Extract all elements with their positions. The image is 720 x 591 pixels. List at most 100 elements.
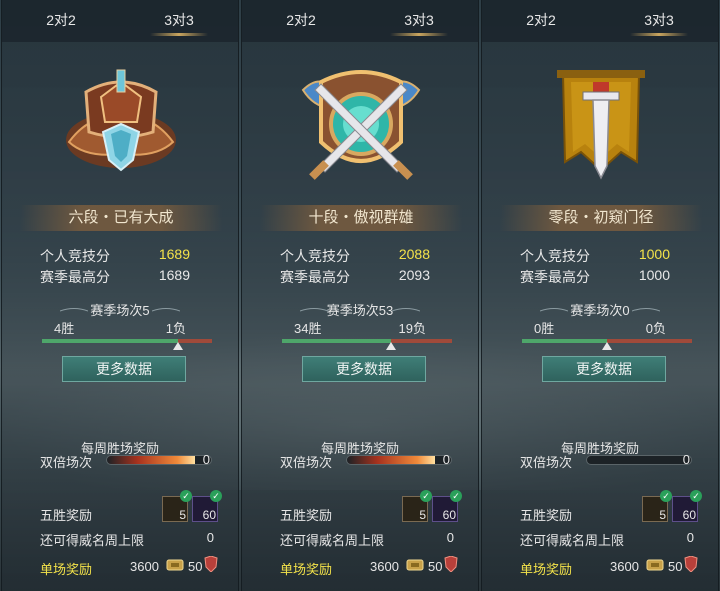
honor-shield-icon <box>204 556 218 572</box>
rank-title: 十段・傲视群雄 <box>260 205 462 231</box>
double-bar-glow <box>347 456 436 464</box>
season-best-row: 赛季最高分 1689 <box>40 267 190 285</box>
personal-score-row: 个人竞技分 1000 <box>520 246 670 264</box>
single-honor-value: 50 <box>188 559 203 574</box>
personal-score-row: 个人竞技分 1689 <box>40 246 190 264</box>
weekly-cap-value: 0 <box>686 530 694 545</box>
win-bar-fill <box>42 339 178 343</box>
losses-count: 0负 <box>645 321 666 336</box>
more-data-button[interactable]: 更多数据 <box>542 356 666 382</box>
reward-scroll-icon[interactable]: 60 ✓ <box>192 490 222 522</box>
wins-count: 0胜 <box>534 321 555 336</box>
bronze-winged-helmet-icon <box>66 69 176 172</box>
check-icon: ✓ <box>420 490 432 502</box>
season-best-value: 2093 <box>398 267 430 283</box>
banner-sword-icon <box>557 70 645 180</box>
ornament-right-icon <box>392 308 420 312</box>
personal-score-value: 2088 <box>398 246 430 262</box>
double-matches-count: 0 <box>682 452 690 467</box>
season-best-label: 赛季最高分 <box>280 269 350 285</box>
win-bar-fill <box>282 339 391 343</box>
five-win-reward-label: 五胜奖励 <box>520 508 573 523</box>
tab-3v3[interactable]: 3对3 <box>600 0 718 42</box>
season-best-value: 1000 <box>638 267 670 283</box>
tab-3v3[interactable]: 3对3 <box>360 0 478 42</box>
season-best-label: 赛季最高分 <box>40 269 110 285</box>
double-matches-label: 双倍场次 <box>40 455 93 470</box>
reward-chest-icon[interactable]: 5 ✓ <box>642 490 672 522</box>
losses-count: 1负 <box>165 321 186 336</box>
coin-icon <box>166 559 184 571</box>
tab-2v2[interactable]: 2对2 <box>2 0 120 42</box>
double-matches-bar <box>586 455 692 465</box>
mode-tabs: 2对2 3对3 <box>2 0 238 42</box>
ranking-panel-1: 2对2 3对3 六段・已有大成 个人竞技分 1689 赛季最高分 1689 赛季… <box>1 0 239 591</box>
season-matches: 赛季场次0 <box>570 303 630 318</box>
double-matches-bar <box>346 455 452 465</box>
wins-count: 34胜 <box>294 321 322 336</box>
crossed-swords-shield-icon <box>301 70 421 180</box>
rank-title: 六段・已有大成 <box>20 205 222 231</box>
ratio-marker-icon <box>173 342 183 350</box>
ratio-marker-icon <box>602 342 612 350</box>
tab-2v2[interactable]: 2对2 <box>242 0 360 42</box>
reward-chest-count: 5 <box>419 508 426 522</box>
reward-chest-count: 5 <box>659 508 666 522</box>
coin-icon <box>406 559 424 571</box>
win-loss-bar <box>282 339 452 350</box>
win-loss-bar <box>522 339 692 350</box>
check-icon: ✓ <box>210 490 222 502</box>
weekly-cap-value: 0 <box>446 530 454 545</box>
weekly-cap-label: 还可得威名周上限 <box>280 533 385 548</box>
ratio-marker-icon <box>385 342 396 350</box>
ranking-panel-2: 2对2 3对3 十段・傲视群雄 个人竞技分 2088 赛季最高分 2093 赛季… <box>241 0 479 591</box>
double-matches-count: 0 <box>202 452 210 467</box>
season-best-label: 赛季最高分 <box>520 269 590 285</box>
ornament-right-icon <box>152 308 180 312</box>
season-best-value: 1689 <box>158 267 190 283</box>
mode-tabs: 2对2 3对3 <box>242 0 478 42</box>
personal-score-value: 1689 <box>158 246 190 262</box>
single-coin-value: 3600 <box>370 559 399 574</box>
tab-3v3[interactable]: 3对3 <box>120 0 238 42</box>
more-data-button[interactable]: 更多数据 <box>62 356 186 382</box>
personal-score-label: 个人竞技分 <box>40 248 110 264</box>
five-win-reward-label: 五胜奖励 <box>40 508 93 523</box>
reward-scroll-icon[interactable]: 60 ✓ <box>432 490 462 522</box>
reward-scroll-count: 60 <box>442 508 456 522</box>
coin-icon <box>646 559 664 571</box>
season-matches: 赛季场次53 <box>326 303 394 318</box>
single-match-reward-label: 单场奖励 <box>40 562 93 577</box>
reward-scroll-count: 60 <box>202 508 216 522</box>
double-matches-label: 双倍场次 <box>520 455 573 470</box>
tab-2v2[interactable]: 2对2 <box>482 0 600 42</box>
season-matches: 赛季场次5 <box>90 303 150 318</box>
weekly-cap-value: 0 <box>206 530 214 545</box>
personal-score-label: 个人竞技分 <box>280 248 350 264</box>
reward-chest-icon[interactable]: 5 ✓ <box>162 490 192 522</box>
check-icon: ✓ <box>180 490 192 502</box>
double-matches-label: 双倍场次 <box>280 455 333 470</box>
reward-chest-icon[interactable]: 5 ✓ <box>402 490 432 522</box>
single-match-reward-label: 单场奖励 <box>520 562 573 577</box>
reward-chest-count: 5 <box>179 508 186 522</box>
more-data-button[interactable]: 更多数据 <box>302 356 426 382</box>
mode-tabs: 2对2 3对3 <box>482 0 718 42</box>
double-matches-bar <box>106 455 212 465</box>
single-coin-value: 3600 <box>610 559 639 574</box>
check-icon: ✓ <box>690 490 702 502</box>
double-bar-glow <box>107 456 196 464</box>
ranking-panel-3: 2对2 3对3 零段・初窥门径 个人竞技分 1000 赛季最高分 1000 赛季… <box>481 0 719 591</box>
honor-shield-icon <box>684 556 698 572</box>
honor-shield-icon <box>444 556 458 572</box>
ornament-right-icon <box>632 308 660 312</box>
season-best-row: 赛季最高分 1000 <box>520 267 670 285</box>
five-win-reward-label: 五胜奖励 <box>280 508 333 523</box>
wins-count: 4胜 <box>54 321 75 336</box>
losses-count: 19负 <box>398 321 426 336</box>
check-icon: ✓ <box>660 490 672 502</box>
reward-scroll-count: 60 <box>682 508 696 522</box>
personal-score-value: 1000 <box>638 246 670 262</box>
reward-scroll-icon[interactable]: 60 ✓ <box>672 490 702 522</box>
personal-score-row: 个人竞技分 2088 <box>280 246 430 264</box>
